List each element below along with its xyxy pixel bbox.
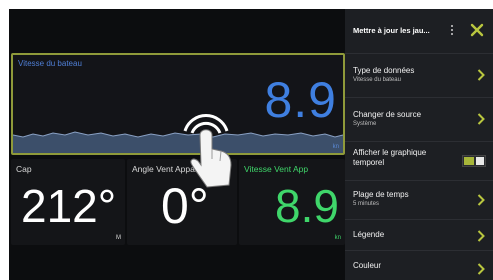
gauge-settings-panel: Mettre à jour les jau... Type de données… (345, 9, 493, 280)
heading-gauge[interactable]: Cap 212° M (11, 159, 125, 245)
menu-item-sublabel: 5 minutes (353, 201, 380, 207)
menu-item-label: Plage de temps (353, 190, 409, 199)
chevron-right-icon (477, 69, 485, 81)
display-screen: Vitesse du bateau 8.9 kn Cap 212° M Angl… (9, 9, 493, 280)
time-graph-toggle[interactable] (462, 155, 486, 167)
panel-header: Mettre à jour les jau... (345, 9, 493, 54)
menu-item-data-type[interactable]: Type de données Vitesse du bateau (345, 54, 493, 98)
chevron-right-icon (477, 263, 485, 275)
apparent-wind-speed-gauge[interactable]: Vitesse Vent App 8.9 kn (239, 159, 345, 245)
chevron-right-icon (477, 194, 485, 206)
menu-item-sublabel: Système (353, 121, 377, 127)
menu-item-change-source[interactable]: Changer de source Système (345, 98, 493, 142)
heading-unit: M (116, 235, 121, 241)
menu-item-label: Changer de source (353, 110, 422, 119)
frame: Vitesse du bateau 8.9 kn Cap 212° M Angl… (0, 0, 493, 280)
menu-item-time-range[interactable]: Plage de temps 5 minutes (345, 181, 493, 220)
chevron-right-icon (477, 113, 485, 125)
touch-hand-icon (183, 114, 232, 188)
menu-item-label: Type de données (353, 66, 415, 75)
menu-item-label: Couleur (353, 261, 382, 270)
heading-value: 212° (21, 180, 117, 232)
toggle-knob (476, 157, 484, 165)
close-icon[interactable] (469, 22, 485, 38)
more-options-icon[interactable] (450, 25, 454, 37)
boat-speed-label: Vitesse du bateau (18, 59, 82, 68)
menu-item-color[interactable]: Couleur (345, 251, 493, 280)
toggle-on-indicator (464, 157, 474, 165)
wind-speed-value: 8.9 (275, 180, 339, 232)
menu-item-label: Légende (353, 230, 385, 239)
wind-speed-label: Vitesse Vent App (244, 164, 309, 174)
wind-speed-unit: kn (334, 235, 341, 241)
menu-item-sublabel: Vitesse du bateau (353, 77, 401, 83)
menu-item-legend[interactable]: Légende (345, 220, 493, 251)
menu-item-show-time-graph[interactable]: Afficher le graphique temporel (345, 142, 493, 181)
heading-label: Cap (16, 164, 32, 174)
chevron-right-icon (477, 230, 485, 242)
boat-speed-unit: kn (332, 144, 339, 150)
panel-title: Mettre à jour les jau... (353, 26, 430, 35)
menu-item-label: Afficher le graphique temporel (353, 148, 427, 167)
